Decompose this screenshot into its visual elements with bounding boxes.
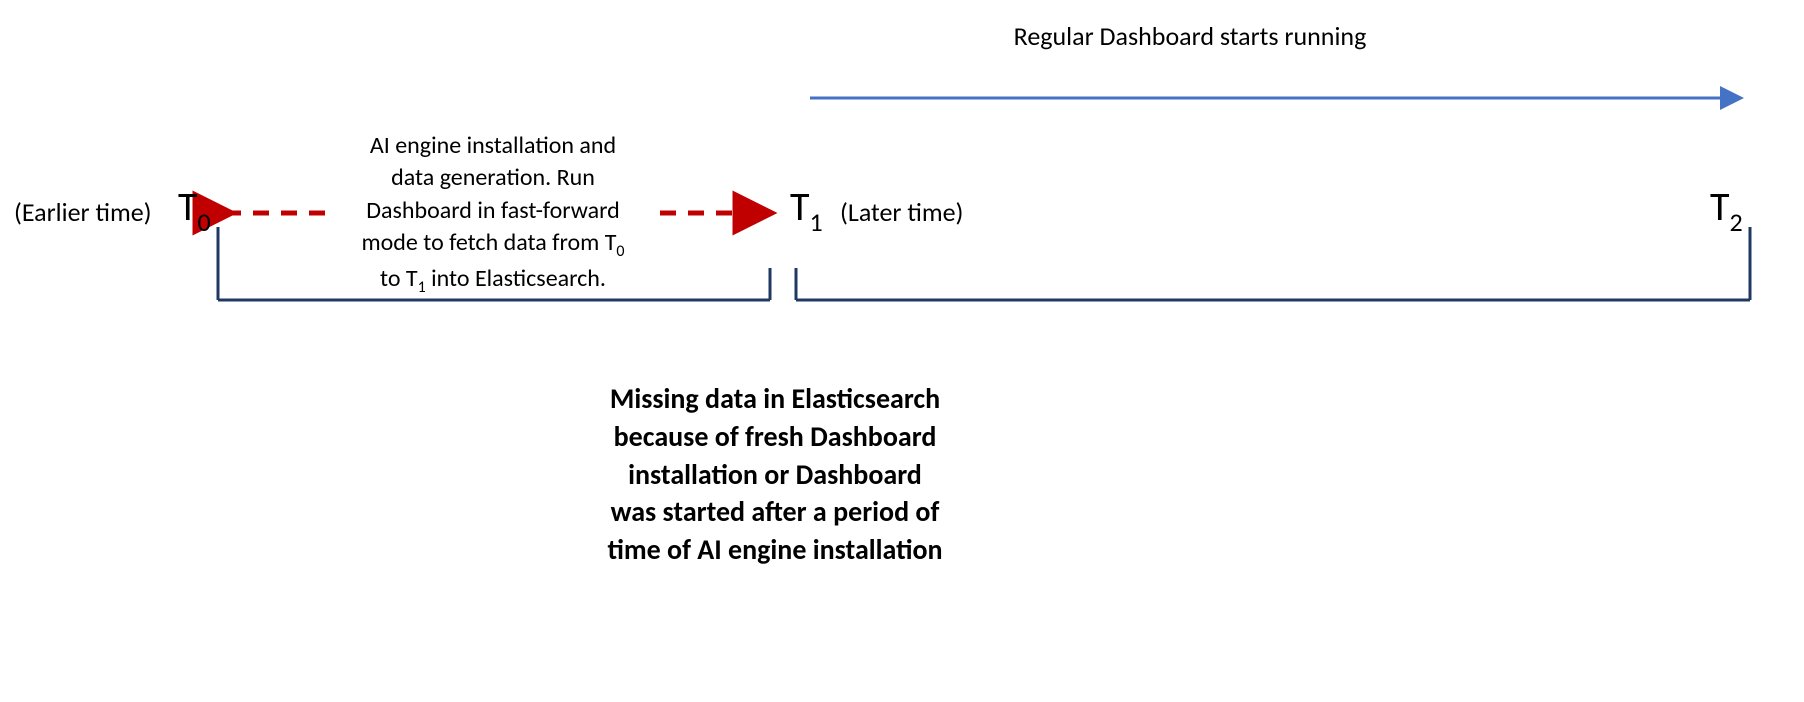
center-caption: AI engine installation and data generati… (330, 130, 656, 298)
bottom-caption-line5: time of AI engine installation (607, 532, 942, 567)
bottom-caption-line4: was started after a period of (611, 494, 940, 529)
center-caption-line2: data generation. Run (391, 163, 595, 192)
timeline-segment-right (796, 227, 1750, 300)
center-caption-line4a: mode to fetch data from T (361, 228, 616, 257)
timepoint-t1: T1 (790, 182, 823, 236)
center-caption-line3: Dashboard in fast-forward (366, 196, 620, 225)
center-caption-line1: AI engine installation and (370, 131, 616, 160)
bottom-caption-line1: Missing data in Elasticsearch (610, 381, 940, 416)
bottom-caption-line2: because of fresh Dashboard (614, 419, 937, 454)
timepoint-t2: T2 (1710, 182, 1743, 236)
center-caption-line4b: 0 (616, 242, 624, 261)
top-caption: Regular Dashboard starts running (980, 20, 1400, 54)
diagram-lines-layer (0, 0, 1804, 702)
t1-sub: 1 (810, 206, 823, 238)
t2-main: T (1710, 182, 1730, 231)
bottom-caption-line3: installation or Dashboard (628, 457, 922, 492)
bottom-caption: Missing data in Elasticsearch because of… (560, 380, 990, 569)
diagram-canvas: (Earlier time) T0 T1 (Later time) T2 Reg… (0, 0, 1804, 702)
t0-sub: 0 (198, 206, 211, 238)
timepoint-t0: T0 (178, 182, 211, 236)
center-caption-line5a: to T (380, 264, 418, 293)
later-time-label: (Later time) (840, 196, 963, 228)
center-caption-line5c: into Elasticsearch. (426, 264, 606, 293)
earlier-time-label: (Earlier time) (14, 196, 152, 228)
center-caption-line5b: 1 (418, 277, 426, 296)
t0-main: T (178, 182, 198, 231)
t2-sub: 2 (1730, 206, 1743, 238)
t1-main: T (790, 182, 810, 231)
